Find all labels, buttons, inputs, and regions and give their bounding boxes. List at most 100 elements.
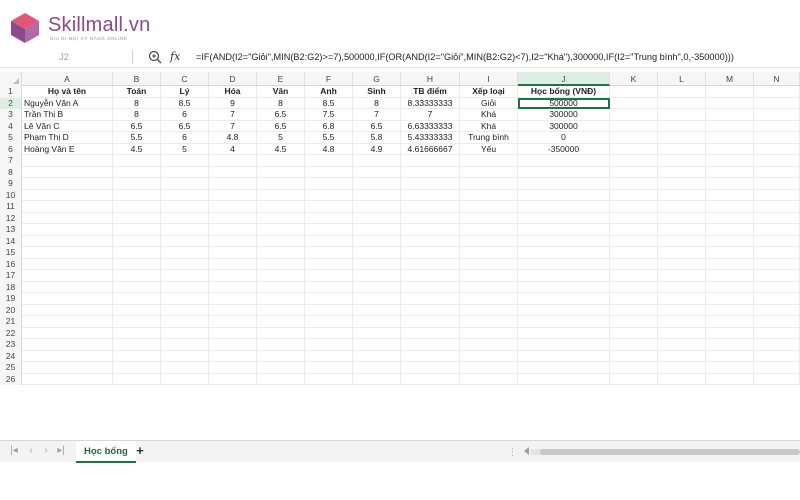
cell-c10[interactable] xyxy=(161,189,209,201)
cell-e24[interactable] xyxy=(257,350,305,362)
cell-b23[interactable] xyxy=(113,339,161,351)
row-header-5[interactable]: 5 xyxy=(0,132,22,144)
cell-e20[interactable] xyxy=(257,304,305,316)
cell-c2[interactable]: 8.5 xyxy=(161,97,209,109)
cell-c6[interactable]: 5 xyxy=(161,143,209,155)
cell-n6[interactable] xyxy=(754,143,800,155)
column-header-g[interactable]: G xyxy=(353,72,401,86)
cell-f21[interactable] xyxy=(305,316,353,328)
cell-k26[interactable] xyxy=(610,373,658,385)
cell-l8[interactable] xyxy=(658,166,706,178)
cell-d24[interactable] xyxy=(209,350,257,362)
cell-j15[interactable] xyxy=(518,247,610,259)
cell-j2[interactable]: 500000 xyxy=(518,97,610,109)
cell-h20[interactable] xyxy=(401,304,460,316)
cell-d12[interactable] xyxy=(209,212,257,224)
cell-f5[interactable]: 5.5 xyxy=(305,132,353,144)
cell-b6[interactable]: 4.5 xyxy=(113,143,161,155)
horizontal-scroll-thumb[interactable] xyxy=(540,449,800,455)
cell-h21[interactable] xyxy=(401,316,460,328)
row-header-3[interactable]: 3 xyxy=(0,109,22,121)
cell-a13[interactable] xyxy=(22,224,113,236)
cell-a26[interactable] xyxy=(22,373,113,385)
row-header-6[interactable]: 6 xyxy=(0,143,22,155)
cell-l22[interactable] xyxy=(658,327,706,339)
cell-l7[interactable] xyxy=(658,155,706,167)
cell-j22[interactable] xyxy=(518,327,610,339)
cell-a11[interactable] xyxy=(22,201,113,213)
cell-d1[interactable]: Hóa xyxy=(209,86,257,98)
row-header-9[interactable]: 9 xyxy=(0,178,22,190)
cell-b2[interactable]: 8 xyxy=(113,97,161,109)
cell-f13[interactable] xyxy=(305,224,353,236)
cell-a25[interactable] xyxy=(22,362,113,374)
cell-l11[interactable] xyxy=(658,201,706,213)
cell-g13[interactable] xyxy=(353,224,401,236)
cell-a9[interactable] xyxy=(22,178,113,190)
row-header-21[interactable]: 21 xyxy=(0,316,22,328)
cell-e22[interactable] xyxy=(257,327,305,339)
cell-k17[interactable] xyxy=(610,270,658,282)
cell-j16[interactable] xyxy=(518,258,610,270)
cell-n18[interactable] xyxy=(754,281,800,293)
cell-c11[interactable] xyxy=(161,201,209,213)
cell-a12[interactable] xyxy=(22,212,113,224)
column-header-b[interactable]: B xyxy=(113,72,161,86)
cell-h23[interactable] xyxy=(401,339,460,351)
cell-h13[interactable] xyxy=(401,224,460,236)
cell-b15[interactable] xyxy=(113,247,161,259)
cell-j7[interactable] xyxy=(518,155,610,167)
cell-i23[interactable] xyxy=(460,339,518,351)
cell-j8[interactable] xyxy=(518,166,610,178)
cell-c22[interactable] xyxy=(161,327,209,339)
cell-l21[interactable] xyxy=(658,316,706,328)
cell-n14[interactable] xyxy=(754,235,800,247)
cell-m5[interactable] xyxy=(706,132,754,144)
cell-f11[interactable] xyxy=(305,201,353,213)
cell-e23[interactable] xyxy=(257,339,305,351)
cell-f18[interactable] xyxy=(305,281,353,293)
cell-i16[interactable] xyxy=(460,258,518,270)
cell-g9[interactable] xyxy=(353,178,401,190)
cell-f25[interactable] xyxy=(305,362,353,374)
cell-m1[interactable] xyxy=(706,86,754,98)
cell-n15[interactable] xyxy=(754,247,800,259)
cell-k18[interactable] xyxy=(610,281,658,293)
row-header-7[interactable]: 7 xyxy=(0,155,22,167)
cell-c15[interactable] xyxy=(161,247,209,259)
cell-j26[interactable] xyxy=(518,373,610,385)
cell-n22[interactable] xyxy=(754,327,800,339)
cell-h19[interactable] xyxy=(401,293,460,305)
cell-e21[interactable] xyxy=(257,316,305,328)
scroll-left-icon[interactable] xyxy=(524,447,529,455)
cell-e14[interactable] xyxy=(257,235,305,247)
cell-k5[interactable] xyxy=(610,132,658,144)
cell-i26[interactable] xyxy=(460,373,518,385)
formula-input[interactable]: =IF(AND(I2="Giỏi",MIN(B2:G2)>=7),500000,… xyxy=(196,50,734,64)
cell-b19[interactable] xyxy=(113,293,161,305)
cell-g25[interactable] xyxy=(353,362,401,374)
cell-n24[interactable] xyxy=(754,350,800,362)
cell-l20[interactable] xyxy=(658,304,706,316)
cell-c5[interactable]: 6 xyxy=(161,132,209,144)
cell-a16[interactable] xyxy=(22,258,113,270)
cell-i24[interactable] xyxy=(460,350,518,362)
cell-m18[interactable] xyxy=(706,281,754,293)
cell-e2[interactable]: 8 xyxy=(257,97,305,109)
cell-e26[interactable] xyxy=(257,373,305,385)
cell-m4[interactable] xyxy=(706,120,754,132)
row-header-13[interactable]: 13 xyxy=(0,224,22,236)
row-header-16[interactable]: 16 xyxy=(0,258,22,270)
cell-c9[interactable] xyxy=(161,178,209,190)
cell-i3[interactable]: Khá xyxy=(460,109,518,121)
cell-c24[interactable] xyxy=(161,350,209,362)
more-options-icon[interactable]: ⋮ xyxy=(508,447,517,457)
cell-i21[interactable] xyxy=(460,316,518,328)
cell-i17[interactable] xyxy=(460,270,518,282)
cell-f23[interactable] xyxy=(305,339,353,351)
cell-k19[interactable] xyxy=(610,293,658,305)
cell-l3[interactable] xyxy=(658,109,706,121)
cell-k14[interactable] xyxy=(610,235,658,247)
cell-k11[interactable] xyxy=(610,201,658,213)
cell-k25[interactable] xyxy=(610,362,658,374)
